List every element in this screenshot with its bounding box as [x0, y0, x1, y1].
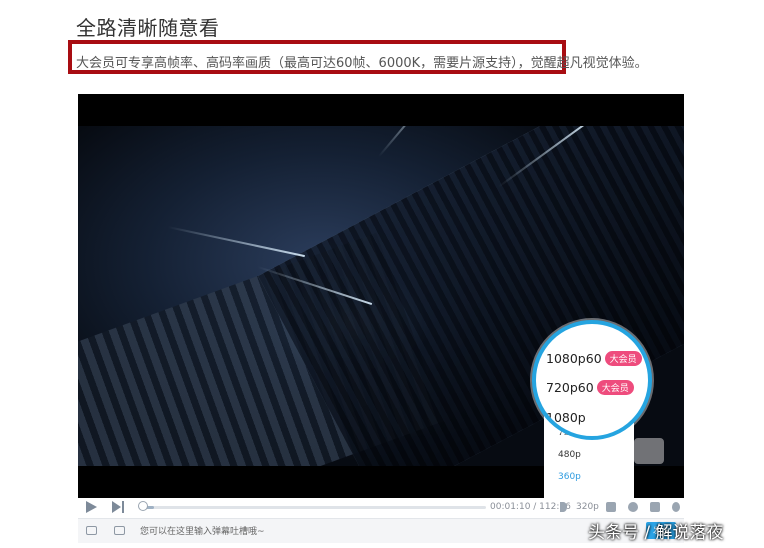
- quality-option-1080p[interactable]: 1080p: [546, 410, 586, 425]
- quality-magnifier: 1080p60 大会员 720p60 大会员 1080p: [532, 320, 652, 440]
- watermark: 头条号 / 解说落夜: [588, 523, 724, 543]
- next-icon[interactable]: [112, 501, 121, 513]
- progress-knob[interactable]: [138, 501, 148, 511]
- light-streak: [167, 226, 305, 258]
- danmaku-toggle-icon[interactable]: [606, 502, 616, 512]
- player-controls: 00:01:10 / 112:36 320p: [78, 498, 684, 516]
- letterbox-top: [78, 94, 684, 126]
- quality-option-1080p60[interactable]: 1080p60 大会员: [546, 351, 642, 366]
- danmaku-style-icon[interactable]: [114, 526, 125, 535]
- quality-option-720p60[interactable]: 720p60 大会员: [546, 380, 634, 395]
- quality-label: 1080p60: [546, 351, 602, 366]
- quality-label: 720p60: [546, 380, 594, 395]
- quality-button[interactable]: 320p: [576, 498, 599, 516]
- volume-icon[interactable]: [560, 502, 567, 512]
- danmaku-bubble-icon[interactable]: [634, 438, 664, 464]
- quality-option-480p[interactable]: 480p: [558, 450, 581, 460]
- quality-option-360p[interactable]: 360p: [558, 472, 581, 482]
- progress-track[interactable]: [140, 506, 486, 509]
- video-player[interactable]: 720p 480p 360p 1080p60大会员 720p60大会员 1080…: [78, 94, 684, 498]
- section-heading: 全路清晰随意看: [76, 16, 220, 40]
- settings-icon[interactable]: [672, 502, 680, 512]
- section-description: 大会员可专享高帧率、高码率画质（最高可达60帧、6000K，需要片源支持），觉醒…: [76, 56, 648, 71]
- vip-badge: 大会员: [604, 351, 642, 366]
- next-icon-bar: [122, 501, 124, 513]
- fullscreen-icon[interactable]: [650, 502, 660, 512]
- vip-badge: 大会员: [596, 380, 634, 395]
- loop-icon[interactable]: [628, 502, 638, 512]
- play-icon[interactable]: [86, 501, 97, 513]
- time-display: 00:01:10 / 112:36: [490, 502, 571, 512]
- comment-icon[interactable]: [86, 526, 97, 535]
- danmaku-input[interactable]: 您可以在这里输入弹幕吐槽哦~: [140, 524, 265, 537]
